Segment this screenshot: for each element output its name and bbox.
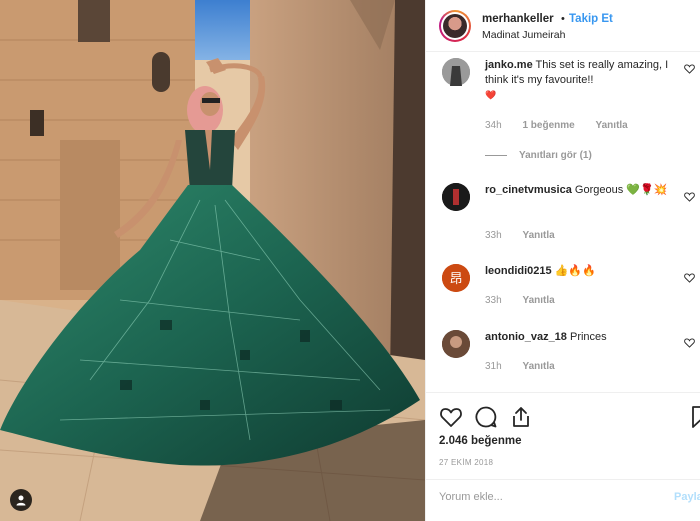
tagged-user-button[interactable] xyxy=(10,489,32,511)
post-header: merhankeller • Takip Et Madinat Jumeirah xyxy=(426,0,700,52)
user-icon xyxy=(16,495,26,506)
emoji: 👍🔥🔥 xyxy=(554,265,596,277)
like-comment-heart-icon[interactable] xyxy=(684,192,695,202)
comment-likes[interactable]: 1 beğenme xyxy=(522,120,574,131)
post-date: 27 EKİM 2018 xyxy=(439,458,494,467)
comment-text: ro_cinetvmusica Gorgeous 💚🌹💥 xyxy=(485,184,668,196)
comment-time[interactable]: 31h xyxy=(485,361,502,372)
comment-username[interactable]: ro_cinetvmusica xyxy=(485,184,572,196)
comment-time[interactable]: 33h xyxy=(485,295,502,306)
share-icon[interactable] xyxy=(509,405,533,429)
comment-list[interactable]: janko.me This set is really amazing, I t… xyxy=(426,52,700,392)
likes-count[interactable]: 2.046 beğenme xyxy=(439,435,521,447)
post-actions: 2.046 beğenme 27 EKİM 2018 Paylaş xyxy=(426,392,700,512)
reply-button[interactable]: Yanıtla xyxy=(522,361,554,372)
comment-time[interactable]: 34h xyxy=(485,120,502,131)
bookmark-icon[interactable] xyxy=(688,405,700,429)
post-sidebar: merhankeller • Takip Et Madinat Jumeirah… xyxy=(425,0,700,521)
heart-icon[interactable] xyxy=(439,405,463,429)
svg-text:昂: 昂 xyxy=(449,272,462,287)
comment-text: janko.me This set is really amazing, I t… xyxy=(485,59,669,100)
post-photo[interactable] xyxy=(0,0,425,521)
commenter-avatar[interactable] xyxy=(442,330,470,358)
emoji: ❤️ xyxy=(485,90,497,100)
view-replies-button[interactable]: Yanıtları gör (1) xyxy=(485,150,592,161)
comment-meta: 33h Yanıtla xyxy=(485,295,573,306)
location-link[interactable]: Madinat Jumeirah xyxy=(482,29,565,41)
commenter-avatar[interactable] xyxy=(442,183,470,211)
comment-username[interactable]: leondidi0215 xyxy=(485,265,552,277)
comment-text: leondidi0215 👍🔥🔥 xyxy=(485,264,675,279)
reply-button[interactable]: Yanıtla xyxy=(596,120,628,131)
comment-username[interactable]: antonio_vaz_18 xyxy=(485,331,567,343)
comment-meta: 31h Yanıtla xyxy=(485,361,573,372)
comment-icon[interactable] xyxy=(474,405,498,429)
comment-text: antonio_vaz_18 Princes xyxy=(485,331,607,343)
commenter-avatar[interactable] xyxy=(442,58,470,86)
like-comment-heart-icon[interactable] xyxy=(684,273,695,283)
post-comment-button[interactable]: Paylaş xyxy=(674,491,700,503)
like-comment-heart-icon[interactable] xyxy=(684,64,695,74)
add-comment-bar: Paylaş xyxy=(426,479,700,514)
comment-time[interactable]: 33h xyxy=(485,230,502,241)
header-separator: • xyxy=(561,13,565,25)
post-image xyxy=(0,0,425,521)
emoji: 💚🌹💥 xyxy=(626,184,668,196)
reply-button[interactable]: Yanıtla xyxy=(522,230,554,241)
comment-meta: 34h 1 beğenme Yanıtla xyxy=(485,120,646,131)
comment-input[interactable] xyxy=(439,488,639,506)
like-comment-heart-icon[interactable] xyxy=(684,338,695,348)
comment-meta: 33h Yanıtla xyxy=(485,230,573,241)
comment-username[interactable]: janko.me xyxy=(485,59,533,71)
author-username[interactable]: merhankeller xyxy=(482,13,554,25)
commenter-avatar[interactable]: 昂 xyxy=(442,264,470,292)
reply-button[interactable]: Yanıtla xyxy=(522,295,554,306)
author-avatar[interactable] xyxy=(439,10,471,42)
follow-button[interactable]: Takip Et xyxy=(569,13,613,25)
